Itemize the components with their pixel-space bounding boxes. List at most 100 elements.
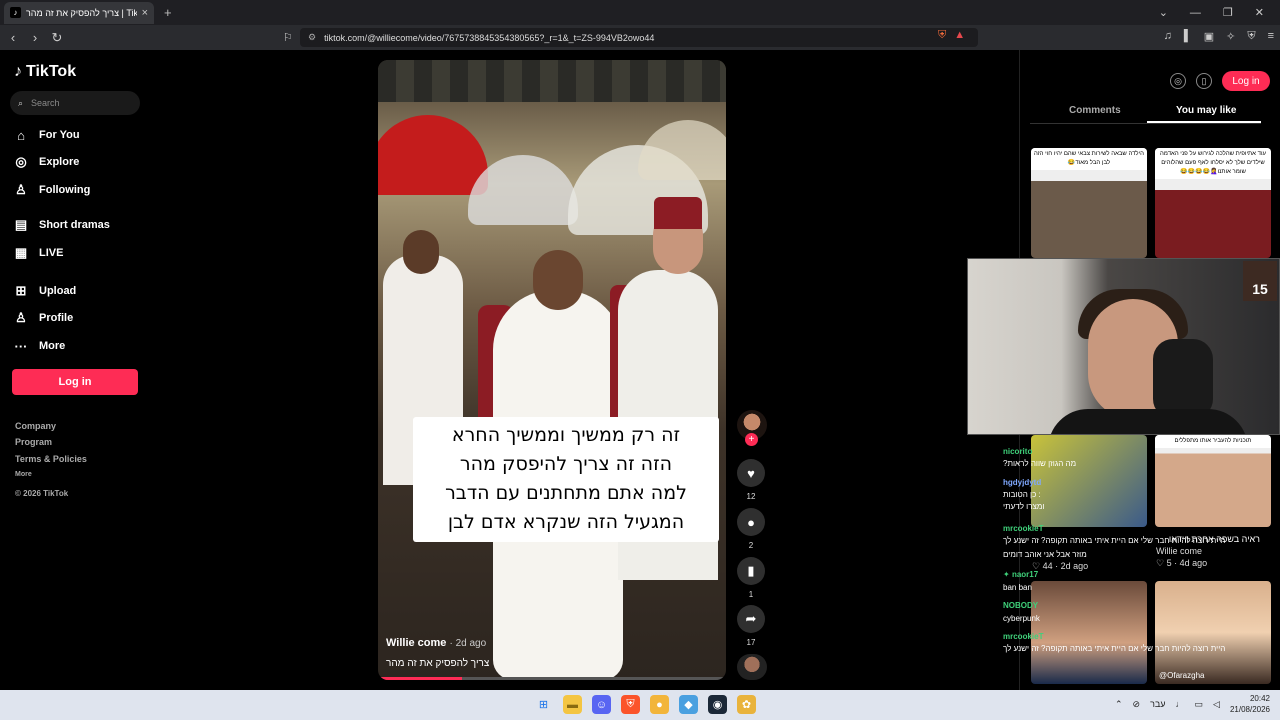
windows-start-icon[interactable]: ⊞ <box>534 695 553 714</box>
sidebar-item-live[interactable]: ▦ LIVE <box>14 245 64 260</box>
sidebar-item-profile[interactable]: ♙ Profile <box>14 310 73 325</box>
close-window-icon[interactable]: ✕ <box>1255 6 1264 19</box>
footer-link-terms[interactable]: Terms & Policies <box>15 454 87 464</box>
app-icon[interactable]: ● <box>650 695 669 714</box>
chat-text: ומצרו לדעתי <box>1003 502 1045 511</box>
restore-icon[interactable]: ❐ <box>1223 6 1233 19</box>
video-thumbnail[interactable]: הילדה שבאה לשירות צבאי שהם יהיו חוי הזה … <box>1031 148 1147 258</box>
video-scene-groom-hat <box>654 197 702 229</box>
sidebar-item-explore[interactable]: ◎ Explore <box>14 154 79 169</box>
video-thumbnail[interactable]: תוכניות להעביר אותו מתפללים <box>1155 435 1271 527</box>
share-button[interactable]: ➦ 17 <box>737 605 765 647</box>
thumbnail-text: תוכניות להעביר אותו מתפללים <box>1155 435 1271 448</box>
site-info-icon[interactable]: ⚙ <box>308 32 316 43</box>
video-thumbnail[interactable]: עוד אתיופית שהלכה לגירוש על פני האדמה שי… <box>1155 148 1271 258</box>
forward-icon[interactable]: › <box>26 30 44 45</box>
tab-divider <box>1030 123 1261 124</box>
footer-link-program[interactable]: Program <box>15 437 52 447</box>
back-icon[interactable]: ‹ <box>4 30 22 45</box>
new-tab-button[interactable]: + <box>164 5 172 20</box>
app-icon[interactable]: ✿ <box>737 695 756 714</box>
sidebar-item-label: LIVE <box>39 247 64 259</box>
follow-plus-icon[interactable]: + <box>745 433 758 446</box>
sidebar-item-more[interactable]: ··· More <box>14 338 66 354</box>
video-player[interactable]: זה רק ממשיך וממשיך החרא הזה זה צריך להיפ… <box>378 60 726 680</box>
video-description: צריך להפסיק את זה מהר <box>386 658 490 669</box>
wallet-icon[interactable]: ▣ <box>1204 30 1214 43</box>
brave-rewards-icon[interactable]: ▲ <box>954 29 965 42</box>
search-input[interactable]: ⌕ Search <box>10 91 140 115</box>
sidebar-item-short-dramas[interactable]: ▤ Short dramas <box>14 217 110 232</box>
media-icon[interactable]: ♫ <box>1164 30 1172 43</box>
webcam-overlay: 15 <box>967 258 1280 435</box>
login-button[interactable]: Log in <box>12 369 138 395</box>
url-text: tiktok.com/@williecome/video/76757388453… <box>324 32 655 43</box>
upload-icon: ⊞ <box>15 283 27 298</box>
menu-icon[interactable]: ≡ <box>1268 30 1274 43</box>
file-explorer-icon[interactable]: ▬ <box>563 695 582 714</box>
coins-icon[interactable]: ◎ <box>1170 73 1186 89</box>
tiktok-logo[interactable]: ♪ TikTok <box>14 63 76 81</box>
volume-icon[interactable]: ◁ <box>1213 699 1220 710</box>
taskbar-apps: ⊞ ▬ ☺ ⛨ ● ◆ ◉ ✿ <box>534 695 756 714</box>
copyright: © 2026 TikTok <box>15 489 69 498</box>
author-name[interactable]: Willie come <box>386 637 446 649</box>
browser-nav-bar: ‹ › ↻ ⚐ ⚙ tiktok.com/@williecome/video/7… <box>0 25 1280 50</box>
sidebar-item-following[interactable]: ♙ Following <box>14 182 91 197</box>
more-icon: ··· <box>14 338 28 354</box>
sidebar-item-label: More <box>39 340 66 352</box>
address-bar[interactable]: ⚙ tiktok.com/@williecome/video/767573884… <box>300 28 978 47</box>
brave-shield-icon[interactable]: ⛨ <box>938 29 946 42</box>
like-button[interactable]: ♥ 12 <box>737 459 765 501</box>
clock[interactable]: 20:42 21/08/2026 <box>1230 693 1270 715</box>
chat-user: naor17 <box>1011 570 1039 579</box>
microphone-icon[interactable]: ♩ <box>1176 699 1185 709</box>
device-icon[interactable]: ▯ <box>1196 73 1212 89</box>
login-button-top[interactable]: Log in <box>1222 71 1270 91</box>
video-thumbnail[interactable]: @Ofarazgha <box>1155 581 1271 684</box>
chat-text: ?מה הגוזן שווה לראות <box>1003 459 1077 468</box>
chat-message: ?מה הגוזן שווה לראות <box>1003 458 1076 469</box>
sidebar-icon[interactable]: ▌ <box>1184 30 1192 43</box>
network-icon[interactable]: ▭ <box>1195 699 1204 710</box>
chevron-up-icon[interactable]: ⌃ <box>1115 699 1123 710</box>
ai-icon[interactable]: ✧ <box>1226 30 1235 43</box>
footer-link-more[interactable]: More <box>15 471 32 478</box>
steam-icon[interactable]: ◉ <box>708 695 727 714</box>
tab-you-may-like[interactable]: You may like <box>1176 105 1236 116</box>
tab-close-icon[interactable]: × <box>142 7 148 19</box>
minimize-icon[interactable]: — <box>1190 7 1201 19</box>
sidebar-item-upload[interactable]: ⊞ Upload <box>14 283 77 298</box>
share-icon: ➦ <box>737 605 765 633</box>
sidebar-item-label: Following <box>39 184 91 196</box>
discord-icon[interactable]: ☺ <box>592 695 611 714</box>
footer-link-company[interactable]: Company <box>15 421 56 431</box>
tab-comments[interactable]: Comments <box>1069 105 1121 116</box>
video-thumbnail[interactable] <box>1031 581 1147 684</box>
thumbnail-author[interactable]: Willie come <box>1156 546 1202 556</box>
sidebar-item-for-you[interactable]: ⌂ For You <box>14 128 79 143</box>
chat-user: mrcookieT <box>1003 632 1044 641</box>
thumbnail-text: הילדה שבאה לשירות צבאי שהם יהיו חוי הזה … <box>1031 148 1147 170</box>
clock-date: 21/08/2026 <box>1229 705 1270 714</box>
save-button[interactable]: ▮ 1 <box>737 557 765 599</box>
windows-taskbar: ⊞ ▬ ☺ ⛨ ● ◆ ◉ ✿ ⌃ ⊘ עבר ♩ ▭ ◁ 20:42 21/0… <box>0 690 1280 720</box>
video-thumbnail[interactable] <box>1031 435 1147 527</box>
video-progress-bar[interactable] <box>378 677 726 680</box>
brave-browser-icon[interactable]: ⛨ <box>621 695 640 714</box>
app-icon[interactable]: ◆ <box>679 695 698 714</box>
language-indicator[interactable]: עבר <box>1150 699 1165 709</box>
comment-button[interactable]: ● 2 <box>737 508 765 550</box>
notification-off-icon[interactable]: ⊘ <box>1133 699 1141 710</box>
reload-icon[interactable]: ↻ <box>48 30 66 46</box>
thumbnail-stats: ♡ 5 · 4d ago <box>1156 558 1207 569</box>
chevron-down-icon[interactable]: ⌄ <box>1159 6 1168 19</box>
music-disc-avatar[interactable] <box>737 654 767 680</box>
browser-tab-bar: ♪ צריך להפסיק את זה מהר | TikTok × + ⌄ —… <box>0 0 1280 25</box>
profile-icon: ♙ <box>15 310 27 325</box>
vpn-icon[interactable]: ⛨ <box>1247 30 1255 43</box>
browser-tab[interactable]: ♪ צריך להפסיק את זה מהר | TikTok × <box>4 1 154 24</box>
video-author[interactable]: Willie come · 2d ago <box>386 637 486 649</box>
bookmark-icon[interactable]: ⚐ <box>283 31 293 44</box>
video-scene-umbrella <box>638 120 726 180</box>
